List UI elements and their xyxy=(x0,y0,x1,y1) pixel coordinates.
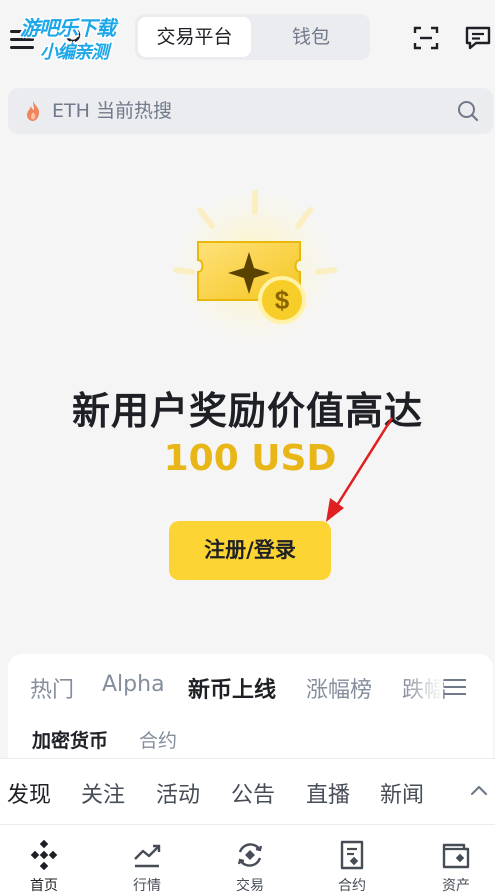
subtab-futures[interactable]: 合约 xyxy=(139,726,177,753)
bottom-nav: 首页 行情 交易 合约 资产 xyxy=(0,824,495,896)
top-bar: 游吧乐下载 小编亲测 交易平台 钱包 xyxy=(0,0,495,80)
binance-logo-icon xyxy=(30,839,58,871)
market-panel: 热门 Alpha 新币上线 涨幅榜 跌幅 加密货币 合约 xyxy=(8,654,493,764)
user-avatar-icon[interactable] xyxy=(58,25,88,53)
wallet-icon xyxy=(442,843,470,869)
feed-tab-discover[interactable]: 发现 xyxy=(7,777,51,809)
search-placeholder: ETH 当前热搜 xyxy=(52,100,172,122)
tab-wallet[interactable]: 钱包 xyxy=(255,17,367,57)
market-tab-new-listings[interactable]: 新币上线 xyxy=(188,672,276,704)
hero-title: 新用户奖励价值高达 xyxy=(71,389,423,433)
feed-tab-news[interactable]: 新闻 xyxy=(380,777,424,809)
nav-futures[interactable]: 合约 xyxy=(312,839,392,895)
hamburger-menu-icon[interactable] xyxy=(10,28,36,50)
nav-assets[interactable]: 资产 xyxy=(416,839,495,895)
search-icon[interactable] xyxy=(457,100,479,122)
tab-fade xyxy=(403,664,443,708)
hero-reward-amount: 100 USD xyxy=(163,438,337,479)
market-tabs: 热门 Alpha 新币上线 涨幅榜 跌幅 xyxy=(8,654,493,720)
message-icon[interactable] xyxy=(464,24,492,52)
list-menu-icon[interactable] xyxy=(444,676,468,698)
contract-doc-icon xyxy=(340,840,364,870)
feed-tab-campaigns[interactable]: 活动 xyxy=(156,777,200,809)
feed-tab-following[interactable]: 关注 xyxy=(81,777,125,809)
register-login-button[interactable]: 注册/登录 xyxy=(169,521,331,580)
market-tab-alpha[interactable]: Alpha xyxy=(102,672,165,697)
exchange-icon xyxy=(237,843,263,867)
svg-text:$: $ xyxy=(275,285,290,315)
chevron-up-icon[interactable] xyxy=(470,783,488,797)
nav-home-label: 首页 xyxy=(30,878,58,894)
nav-trade[interactable]: 交易 xyxy=(210,839,290,895)
market-tab-gainers[interactable]: 涨幅榜 xyxy=(306,672,372,704)
nav-assets-label: 资产 xyxy=(442,878,470,894)
feed-tab-live[interactable]: 直播 xyxy=(306,777,350,809)
chart-trend-icon xyxy=(134,844,161,868)
nav-trade-label: 交易 xyxy=(236,878,264,894)
nav-markets[interactable]: 行情 xyxy=(107,839,187,895)
reward-ticket-illustration: $ xyxy=(173,190,337,357)
scan-icon[interactable] xyxy=(412,24,440,52)
market-tab-hot[interactable]: 热门 xyxy=(30,672,74,704)
search-bar[interactable]: ETH 当前热搜 xyxy=(8,88,493,134)
subtab-crypto[interactable]: 加密货币 xyxy=(32,726,108,753)
feed-tab-announcements[interactable]: 公告 xyxy=(231,777,275,809)
platform-switch: 交易平台 钱包 xyxy=(135,14,370,60)
fire-icon xyxy=(27,101,40,121)
nav-futures-label: 合约 xyxy=(338,878,366,894)
feed-tabs: 发现 关注 活动 公告 直播 新闻 xyxy=(0,758,495,824)
nav-home[interactable]: 首页 xyxy=(4,839,84,895)
tab-exchange-platform[interactable]: 交易平台 xyxy=(138,17,251,57)
nav-markets-label: 行情 xyxy=(133,878,161,894)
